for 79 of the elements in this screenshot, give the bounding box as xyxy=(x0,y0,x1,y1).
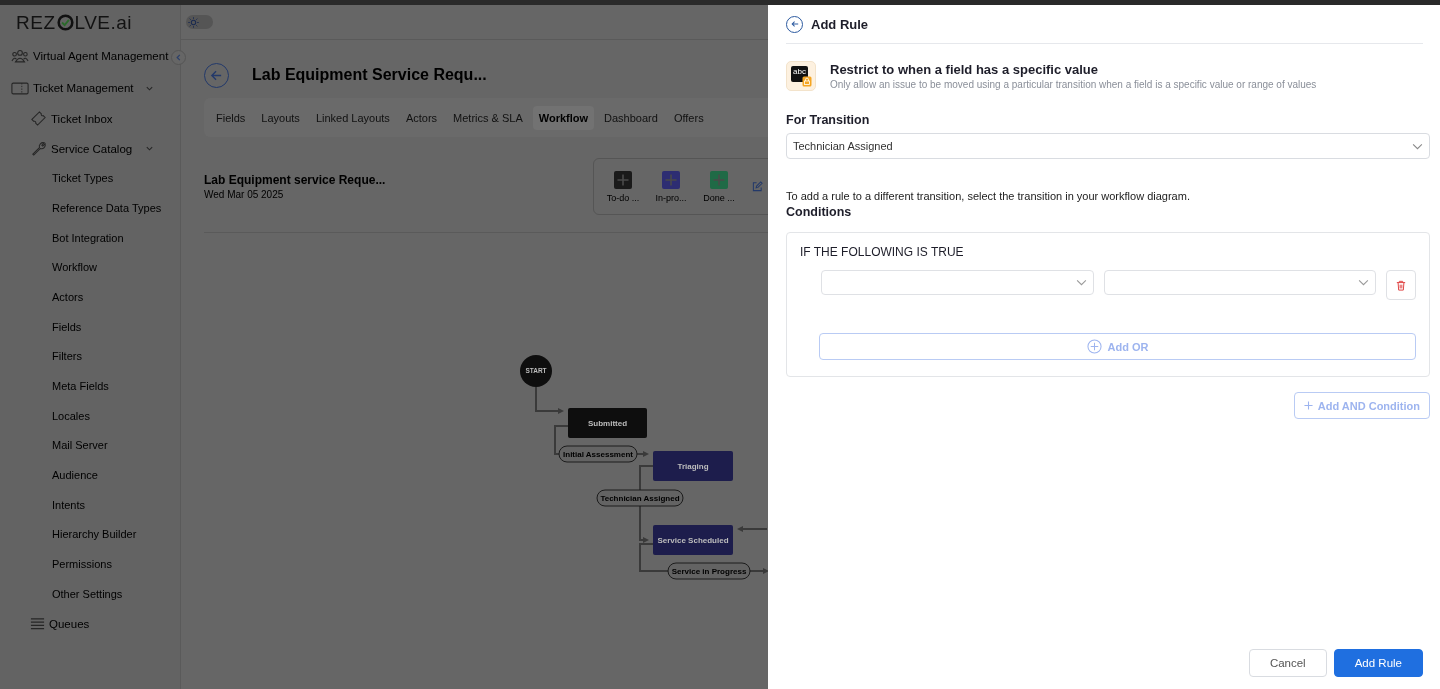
edit-icon[interactable] xyxy=(752,181,763,192)
field-lock-icon: abc xyxy=(786,61,816,91)
plus-circle-icon xyxy=(1086,339,1102,354)
rule-title: Restrict to when a field has a specific value xyxy=(830,62,1100,77)
add-or-button[interactable]: Add OR xyxy=(819,333,1416,360)
sidebar-item[interactable]: Bot Integration xyxy=(0,222,168,253)
add-status-button[interactable]: To-do ... xyxy=(600,170,646,203)
sidebar-item[interactable]: Permissions xyxy=(0,549,168,579)
sidebar-item[interactable]: Ticket Inbox xyxy=(0,104,168,134)
arrow-left-icon xyxy=(790,20,799,28)
arrow-left-icon xyxy=(210,68,223,82)
rule-description: Only allow an issue to be moved using a particular transition when a field is a specific value or range of values xyxy=(830,79,1317,90)
tab[interactable]: Actors xyxy=(399,105,444,130)
cancel-button[interactable]: Cancel xyxy=(1248,649,1327,677)
sidebar-item[interactable]: Audience xyxy=(0,460,168,490)
check-circle-icon xyxy=(56,14,74,31)
wrench-icon xyxy=(30,140,47,158)
chevron-down-icon xyxy=(1075,279,1087,286)
status-node[interactable]: Submitted xyxy=(568,408,647,438)
back-button[interactable] xyxy=(786,15,803,33)
connector-arrow xyxy=(737,526,768,532)
transition-select[interactable]: Technician Assigned xyxy=(786,133,1430,159)
tab[interactable]: Workflow xyxy=(532,105,595,130)
tab[interactable]: Fields xyxy=(210,105,252,130)
tab[interactable]: Linked Layouts xyxy=(309,105,396,130)
add-status-button[interactable]: In-pro... xyxy=(648,170,694,203)
trash-icon xyxy=(1396,279,1406,291)
chevron-down-icon xyxy=(1358,279,1369,286)
sidebar-item[interactable]: Workflow xyxy=(0,252,168,283)
field-label: For Transition xyxy=(786,113,871,127)
delete-button[interactable] xyxy=(1386,270,1416,300)
add-and-condition-button[interactable]: Add AND Condition xyxy=(1293,392,1430,419)
section-heading: Conditions xyxy=(786,205,853,219)
sidebar-item[interactable]: Mail Server xyxy=(0,430,168,461)
tab[interactable]: Dashboard xyxy=(598,105,664,130)
sidebar-item[interactable]: Queues xyxy=(0,608,168,639)
status-node[interactable]: Triaging xyxy=(653,451,733,481)
sidebar-item[interactable]: Meta Fields xyxy=(0,371,168,401)
sidebar-item[interactable]: Fields xyxy=(0,311,168,342)
logo-text: LVE.ai xyxy=(74,11,133,34)
transition-label[interactable]: Service in Progress xyxy=(667,562,751,580)
sidebar-item[interactable]: Virtual Agent Management xyxy=(0,40,168,72)
chevron-left-icon xyxy=(175,54,182,61)
sidebar-item[interactable]: Ticket Types xyxy=(0,163,168,194)
logo-text: REZ xyxy=(16,11,56,34)
list-icon xyxy=(30,616,45,631)
sidebar-item[interactable]: Actors xyxy=(0,282,168,312)
sidebar-item[interactable]: Other Settings xyxy=(0,579,168,609)
ticket-icon xyxy=(30,110,47,128)
ticket-icon xyxy=(11,81,29,95)
sidebar-item[interactable]: Hierarchy Builder xyxy=(0,519,168,550)
transition-label[interactable]: Technician Assigned xyxy=(596,489,684,507)
chevron-down-icon xyxy=(1412,142,1423,150)
workflow-title: Lab Equipment service Reque... xyxy=(204,173,387,187)
group-heading: IF THE FOLLOWING IS TRUE xyxy=(800,245,965,259)
page-title: Lab Equipment Service Requ... xyxy=(252,66,487,84)
connector-arrow xyxy=(535,386,564,414)
plus-icon xyxy=(1303,401,1313,410)
hint-text: To add a rule to a different transition, select the transition in your workflow diagram. xyxy=(786,190,1191,202)
field-select[interactable] xyxy=(821,270,1094,295)
status-node[interactable]: Service Scheduled xyxy=(653,525,733,555)
submit-button[interactable]: Add Rule xyxy=(1333,649,1423,677)
sidebar-item[interactable]: Reference Data Types xyxy=(0,193,168,223)
workflow-date: Wed Mar 05 2025 xyxy=(204,189,285,200)
sidebar-item[interactable]: Intents xyxy=(0,489,168,520)
tab[interactable]: Layouts xyxy=(255,105,306,130)
people-icon xyxy=(11,48,29,64)
sidebar-item[interactable]: Service Catalog xyxy=(0,133,168,164)
tab[interactable]: Metrics & SLA xyxy=(447,105,529,130)
value-select[interactable] xyxy=(1103,270,1376,295)
sidebar-item[interactable]: Locales xyxy=(0,400,168,431)
tab[interactable]: Offers xyxy=(667,105,710,130)
panel-title: Add Rule xyxy=(811,16,869,32)
transition-label[interactable]: Initial Assessment xyxy=(558,445,638,463)
sidebar-item[interactable]: Filters xyxy=(0,341,168,372)
sidebar-item[interactable]: Ticket Management xyxy=(0,72,168,104)
sun-icon xyxy=(188,16,199,28)
add-status-button[interactable]: Done ... xyxy=(696,170,742,203)
theme-toggle[interactable] xyxy=(186,15,213,29)
